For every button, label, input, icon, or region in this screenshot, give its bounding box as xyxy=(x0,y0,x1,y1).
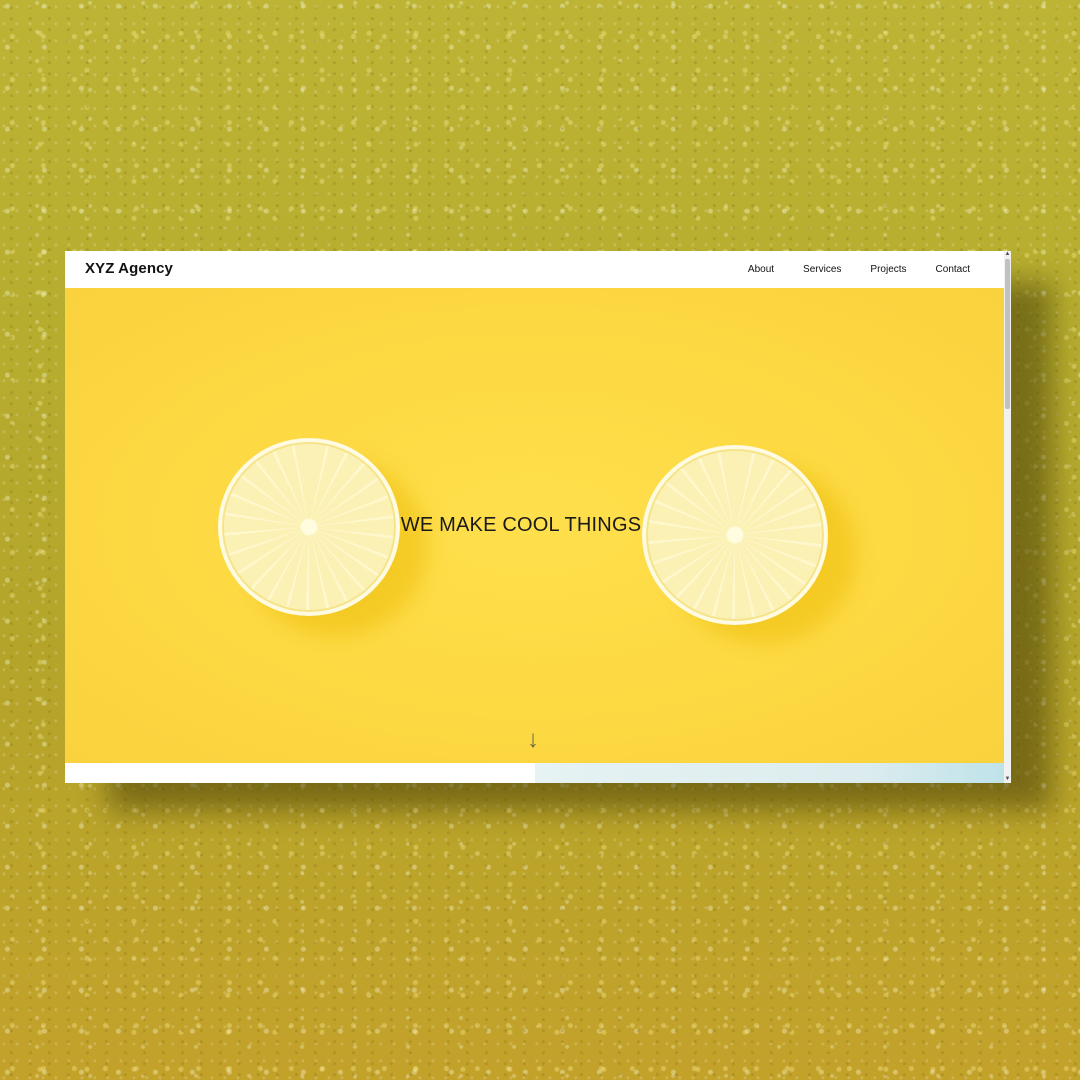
next-section-image xyxy=(535,763,1004,783)
nav-link-projects[interactable]: Projects xyxy=(870,264,906,275)
nav-link-about[interactable]: About xyxy=(748,264,774,275)
next-section-preview xyxy=(65,763,1004,783)
scroll-up-icon[interactable]: ▲ xyxy=(1004,251,1011,258)
brand-logo[interactable]: XYZ Agency xyxy=(85,260,173,277)
scroll-thumb[interactable] xyxy=(1005,259,1010,409)
scroll-down-icon[interactable]: ▼ xyxy=(1004,776,1011,783)
vertical-scrollbar[interactable]: ▲ ▼ xyxy=(1004,251,1011,783)
hero-title: WE MAKE COOL THINGS xyxy=(400,514,642,536)
browser-viewport: XYZ Agency About Services Projects Conta… xyxy=(65,251,1011,783)
nav-link-contact[interactable]: Contact xyxy=(936,264,970,275)
nav-links: About Services Projects Contact xyxy=(719,264,970,275)
top-navigation: XYZ Agency About Services Projects Conta… xyxy=(65,251,1004,288)
nav-link-services[interactable]: Services xyxy=(803,264,841,275)
down-arrow-icon[interactable]: ↓ xyxy=(527,728,539,752)
hero-section: WE MAKE COOL THINGS ↓ xyxy=(65,288,1004,763)
